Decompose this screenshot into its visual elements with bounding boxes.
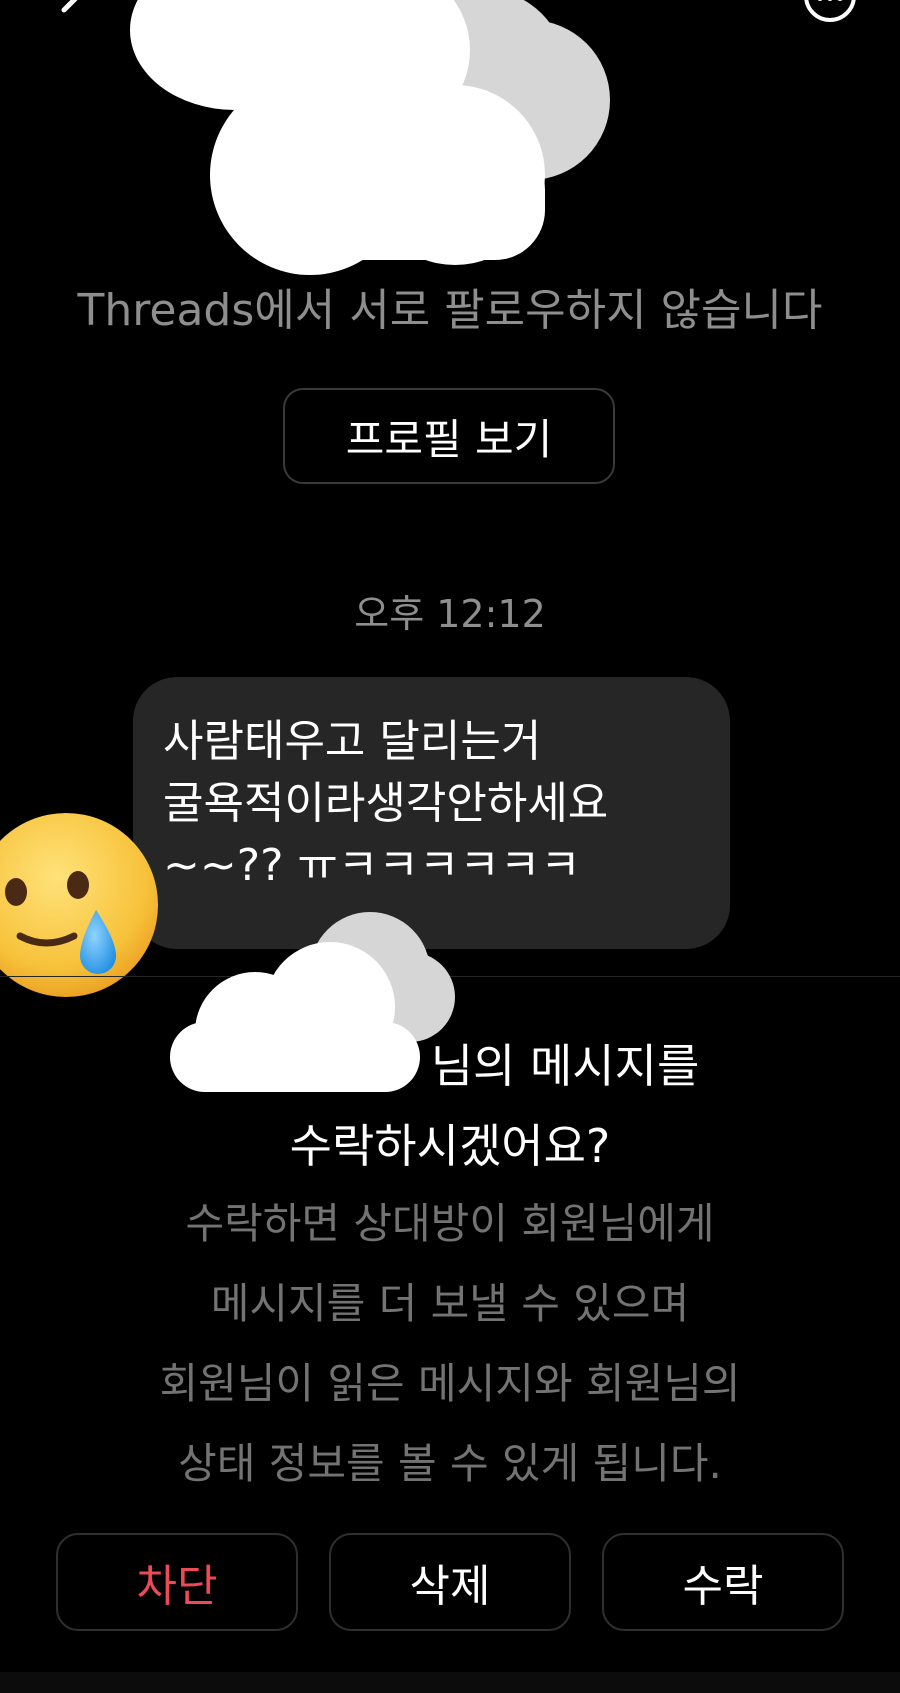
message-timestamp: 오후 12:12 [354,592,546,636]
delete-button[interactable]: 삭제 [329,1533,571,1631]
request-description-line: 메시지를 더 보낼 수 있으며 [210,1279,690,1328]
message-line: 굴욕적이라생각안하세요 [163,778,609,829]
request-title-line: 님의 메시지를 [0,1030,900,1096]
chevron-left-icon[interactable] [52,0,92,18]
redaction-cloud-sticker [130,0,610,275]
smiling-face-with-tear-icon [0,813,158,997]
request-description-line: 회원님이 읽은 메시지와 회원님의 [159,1359,741,1408]
block-button[interactable]: 차단 [56,1533,298,1631]
request-title-suffix: 님의 메시지를 [430,1039,700,1093]
message-bubble[interactable]: 사람태우고 달리는거 굴욕적이라생각안하세요 ~~?? ㅠㅋㅋㅋㅋㅋㅋ [133,677,730,949]
message-line: ~~?? ㅠㅋㅋㅋㅋㅋㅋ [163,840,581,891]
message-line: 사람태우고 달리는거 [163,716,542,767]
accept-button[interactable]: 수락 [602,1533,844,1631]
view-profile-button[interactable]: 프로필 보기 [283,388,615,484]
request-description-line: 상태 정보를 볼 수 있게 됩니다. [178,1439,722,1488]
request-description-line: 수락하면 상대방이 회원님에게 [185,1199,715,1248]
bottom-bar [0,1672,900,1693]
follow-status-text: Threads에서 서로 팔로우하지 않습니다 [77,285,823,336]
request-title-line: 수락하시겠어요? [289,1119,611,1173]
more-options-icon[interactable] [800,0,860,24]
